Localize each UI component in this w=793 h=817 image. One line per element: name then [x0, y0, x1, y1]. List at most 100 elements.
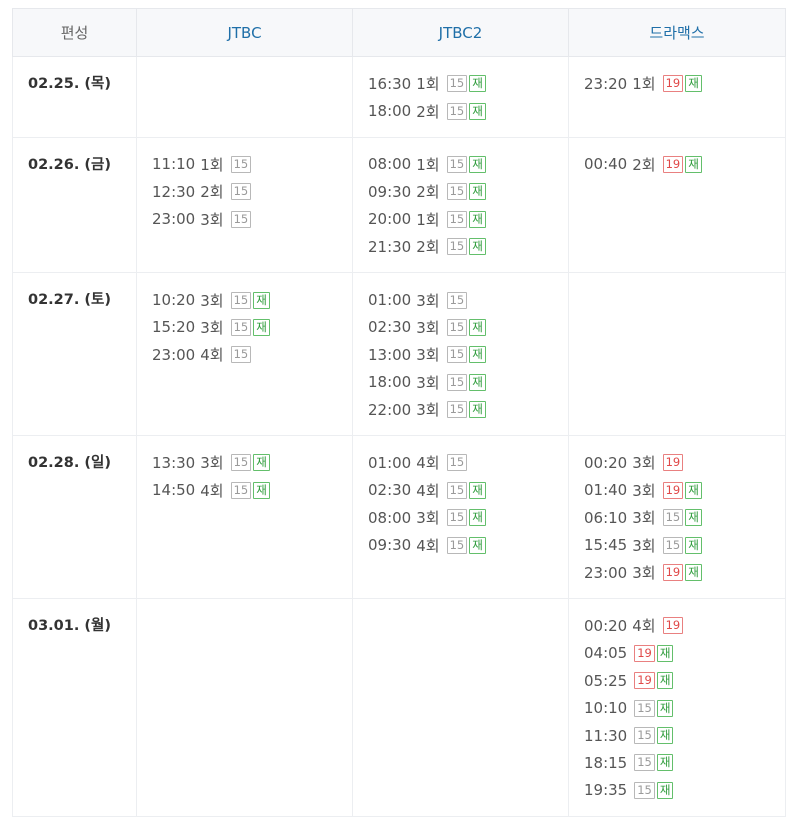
air-time: 04:05 — [584, 644, 628, 663]
episode-number: 3회 — [632, 509, 656, 528]
air-time: 23:00 — [584, 563, 628, 582]
schedule-slot: 12:30 2회 15 — [152, 178, 352, 205]
episode-number: 3회 — [200, 210, 224, 229]
rerun-badge: 재 — [656, 781, 674, 799]
air-time: 18:00 — [368, 102, 412, 121]
header-channel-jtbc2[interactable]: JTBC2 — [352, 8, 569, 57]
schedule-panel: 편성 JTBC JTBC2 드라맥스 02.25. (목) 16:30 1회 15 재 1… — [12, 8, 786, 817]
age-rating-badge: 19 — [634, 644, 655, 662]
age-rating-badge: 15 — [230, 346, 252, 364]
air-time: 15:45 — [584, 536, 628, 555]
age-rating-badge: 15 — [446, 401, 468, 419]
episode-number: 1회 — [632, 75, 656, 94]
table-row: 02.25. (목) 16:30 1회 15 재 18:00 2회 15 재 23:20 1회 19 재 — [12, 56, 786, 138]
schedule-slot: 15:20 3회 15 재 — [152, 314, 352, 341]
header-channel-dramax[interactable]: 드라맥스 — [568, 8, 786, 57]
age-rating-badge: 19 — [662, 75, 684, 93]
channel-cell: 01:00 3회 15 02:30 3회 15 재 13:00 3회 15 재 18:00 3회 15 재 2… — [352, 272, 569, 437]
channel-cell: 08:00 1회 15 재 09:30 2회 15 재 20:00 1회 15 재 21:30 2회 15 재 — [352, 136, 569, 274]
age-rating-badge: 15 — [446, 509, 468, 527]
air-time: 13:30 — [152, 453, 196, 472]
episode-number: 2회 — [200, 183, 224, 202]
rerun-badge: 재 — [469, 481, 486, 499]
air-time: 21:30 — [368, 237, 412, 256]
table-row: 03.01. (월) 00:20 4회 19 04:05 19 재 05:25 19 재 10:10… — [12, 598, 786, 817]
air-time: 12:30 — [152, 182, 196, 201]
schedule-slot: 13:00 3회 15 재 — [368, 341, 568, 368]
rerun-badge: 재 — [685, 155, 702, 173]
schedule-slot: 18:00 2회 15 재 — [368, 97, 568, 124]
age-rating-badge: 15 — [230, 481, 252, 499]
episode-number: 3회 — [416, 373, 440, 392]
schedule-slot: 15:45 3회 15 재 — [584, 531, 785, 558]
schedule-slot: 09:30 2회 15 재 — [368, 178, 568, 205]
age-rating-badge: 15 — [446, 318, 468, 336]
schedule-slot: 18:15 15 재 — [584, 749, 785, 776]
header-channel-jtbc[interactable]: JTBC — [136, 8, 353, 57]
date-cell: 02.26. (금) — [12, 136, 137, 274]
air-time: 01:00 — [368, 453, 412, 472]
schedule-slot: 01:40 3회 19 재 — [584, 477, 785, 504]
age-rating-badge: 15 — [446, 346, 468, 364]
air-time: 11:10 — [152, 155, 196, 174]
air-time: 18:00 — [368, 373, 412, 392]
rerun-badge: 재 — [685, 536, 702, 554]
episode-number: 1회 — [416, 155, 440, 174]
channel-cell: 13:30 3회 15 재 14:50 4회 15 재 — [136, 435, 353, 600]
age-rating-badge: 15 — [230, 454, 252, 472]
air-time: 23:00 — [152, 210, 196, 229]
episode-number: 3회 — [632, 564, 656, 583]
air-time: 20:00 — [368, 210, 412, 229]
episode-number: 1회 — [416, 75, 440, 94]
age-rating-badge: 15 — [446, 536, 468, 554]
episode-number: 3회 — [632, 536, 656, 555]
header-schedule-label: 편성 — [12, 8, 137, 57]
age-rating-badge: 15 — [446, 238, 468, 256]
channel-cell: 11:10 1회 15 12:30 2회 15 23:00 3회 15 — [136, 136, 353, 274]
episode-number: 3회 — [200, 454, 224, 473]
date-cell: 03.01. (월) — [12, 598, 137, 817]
rerun-badge: 재 — [469, 210, 486, 228]
air-time: 14:50 — [152, 481, 196, 500]
schedule-body: 02.25. (목) 16:30 1회 15 재 18:00 2회 15 재 23:20 1회 19 재… — [12, 56, 786, 817]
rerun-badge: 재 — [469, 238, 486, 256]
episode-number: 3회 — [416, 318, 440, 337]
schedule-slot: 14:50 4회 15 재 — [152, 477, 352, 504]
channel-cell: 16:30 1회 15 재 18:00 2회 15 재 — [352, 56, 569, 138]
rerun-badge: 재 — [469, 346, 486, 364]
rerun-badge: 재 — [656, 672, 674, 690]
schedule-slot: 13:30 3회 15 재 — [152, 449, 352, 476]
age-rating-badge: 15 — [230, 318, 252, 336]
age-rating-badge: 19 — [662, 617, 684, 635]
schedule-slot: 10:10 15 재 — [584, 694, 785, 721]
rerun-badge: 재 — [469, 75, 486, 93]
episode-number: 4회 — [200, 481, 224, 500]
air-time: 15:20 — [152, 318, 196, 337]
air-time: 01:40 — [584, 481, 628, 500]
rerun-badge: 재 — [253, 318, 270, 336]
air-time: 11:30 — [584, 726, 628, 745]
channel-cell: 00:20 4회 19 04:05 19 재 05:25 19 재 10:10 15 재 11:30 15… — [568, 598, 786, 817]
schedule-slot: 00:20 3회 19 — [584, 449, 785, 476]
rerun-badge: 재 — [656, 644, 674, 662]
air-time: 23:20 — [584, 74, 628, 93]
rerun-badge: 재 — [685, 564, 702, 582]
rerun-badge: 재 — [469, 509, 486, 527]
channel-cell — [136, 56, 353, 138]
rerun-badge: 재 — [253, 291, 270, 309]
date-cell: 02.27. (토) — [12, 272, 137, 437]
air-time: 18:15 — [584, 753, 628, 772]
episode-number: 2회 — [416, 183, 440, 202]
episode-number: 3회 — [200, 291, 224, 310]
schedule-slot: 00:20 4회 19 — [584, 612, 785, 639]
episode-number: 3회 — [416, 291, 440, 310]
age-rating-badge: 15 — [634, 754, 655, 772]
rerun-badge: 재 — [469, 401, 486, 419]
schedule-slot: 08:00 3회 15 재 — [368, 504, 568, 531]
episode-number: 2회 — [416, 102, 440, 121]
age-rating-badge: 15 — [230, 291, 252, 309]
rerun-badge: 재 — [469, 155, 486, 173]
date-cell: 02.25. (목) — [12, 56, 137, 138]
channel-cell: 00:40 2회 19 재 — [568, 136, 786, 274]
age-rating-badge: 15 — [230, 155, 252, 173]
